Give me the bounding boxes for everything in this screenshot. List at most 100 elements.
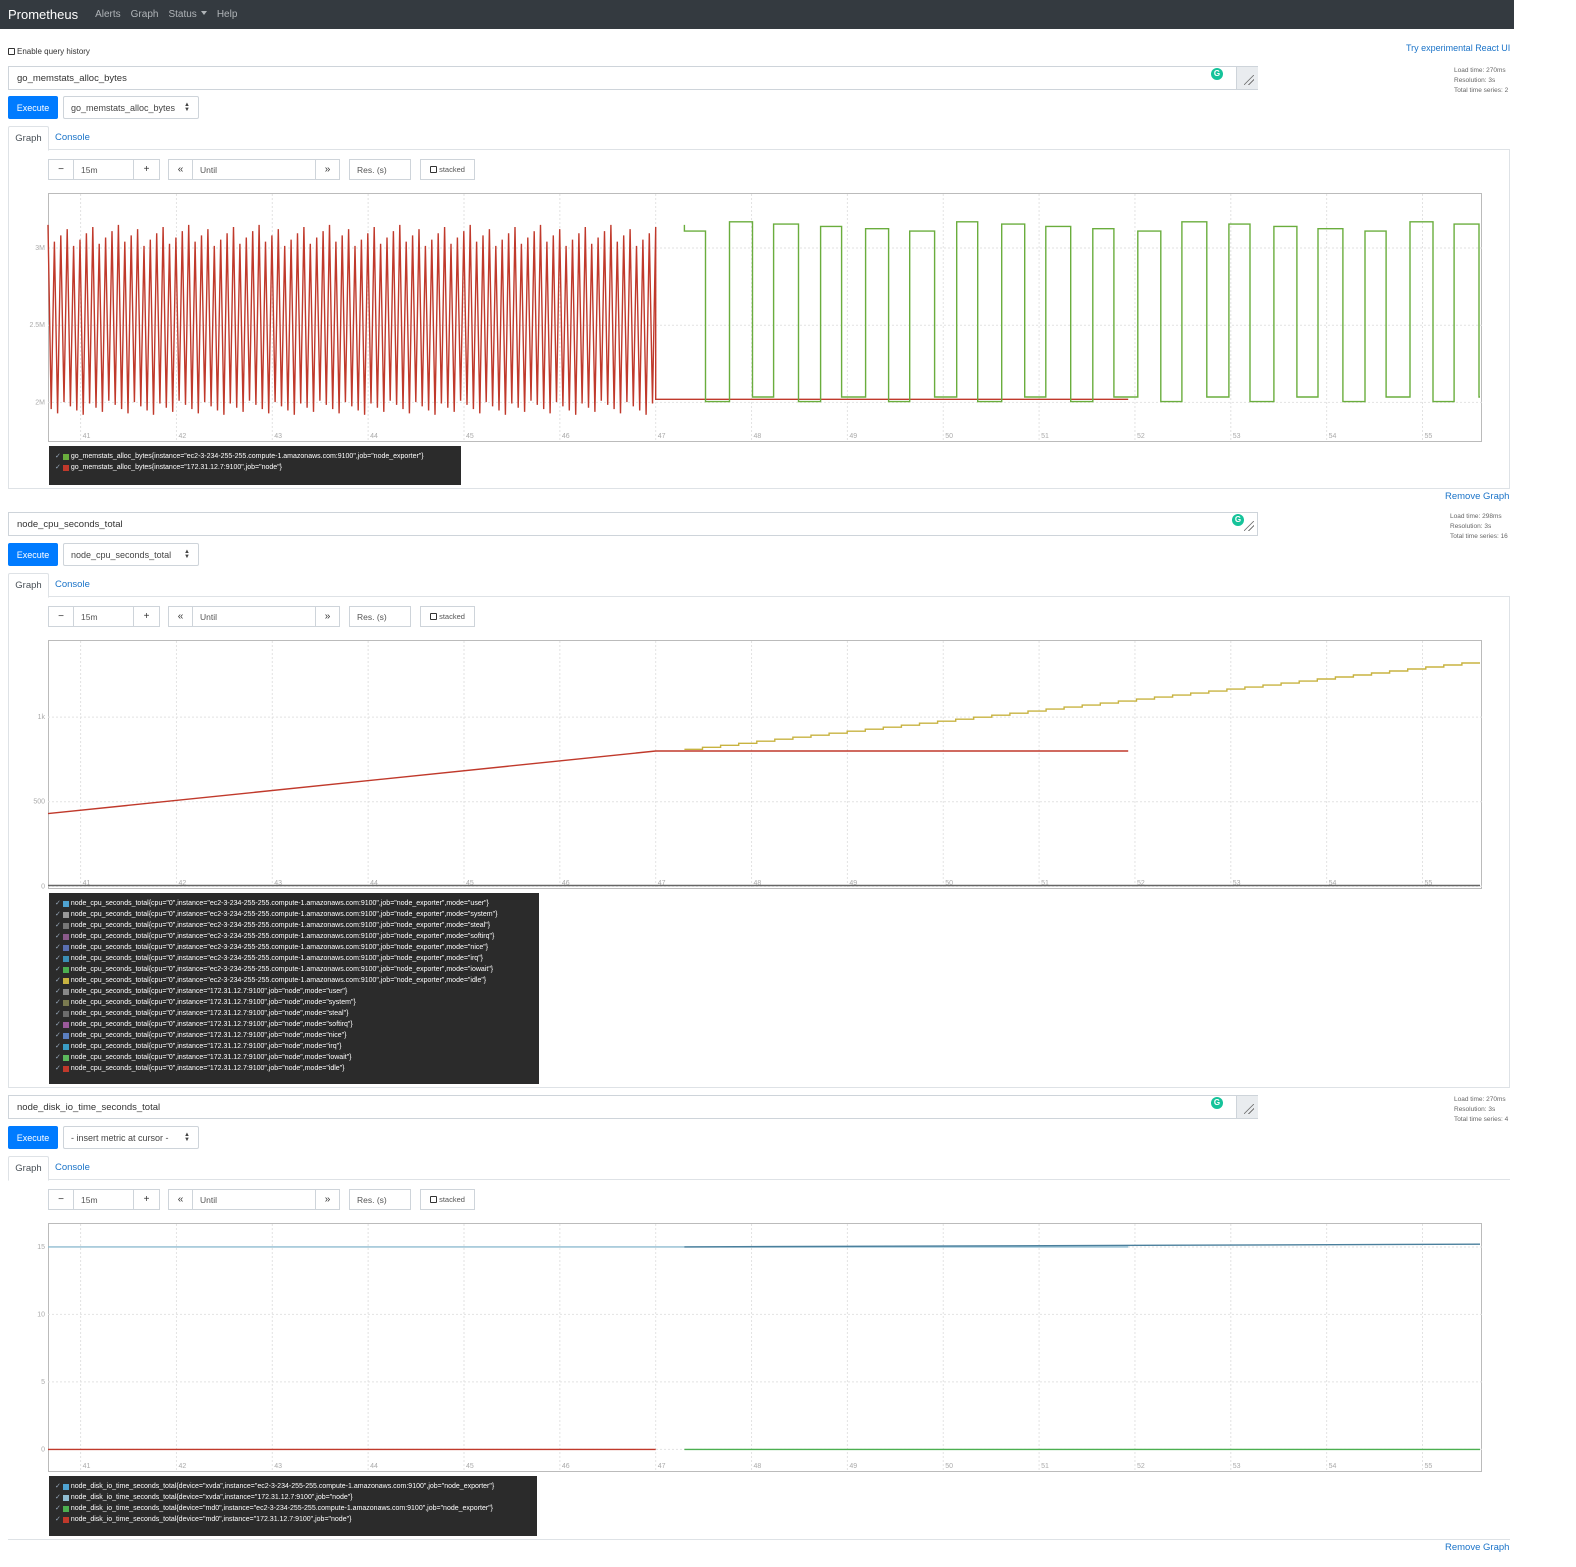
metric-select[interactable]: go_memstats_alloc_bytes ▲ ▼	[63, 96, 199, 119]
legend-item[interactable]: ✓ node_cpu_seconds_total{cpu="0",instance…	[55, 1052, 533, 1063]
range-decrease-button[interactable]: −	[48, 1189, 74, 1210]
legend-item[interactable]: ✓ node_cpu_seconds_total{cpu="0",instance…	[55, 975, 533, 986]
y-tick-label: 2M	[35, 399, 45, 406]
legend-item[interactable]: ✓ node_cpu_seconds_total{cpu="0",instance…	[55, 1030, 533, 1041]
range-increase-button[interactable]: +	[133, 1189, 160, 1210]
brand-logo[interactable]: Prometheus	[8, 7, 78, 22]
legend-item[interactable]: ✓ node_cpu_seconds_total{cpu="0",instance…	[55, 920, 533, 931]
resolution: Resolution: 3s	[1450, 523, 1492, 530]
legend-swatch	[62, 1054, 69, 1061]
chart-area[interactable]: 41 42 43 44 45 46 47 48 49 50 51 52 53 54 55 2M 2.5M 3M	[29, 193, 1482, 443]
tab-graph[interactable]: Graph	[8, 573, 49, 598]
checkbox-icon[interactable]	[8, 48, 15, 55]
chart-area[interactable]: 41 42 43 44 45 46 47 48 49 50 51 52 53 54 55 0 500 1k	[33, 640, 1482, 890]
legend-label: node_disk_io_time_seconds_total{device="…	[70, 1505, 494, 1512]
fast-forward-icon[interactable]: »	[315, 1189, 340, 1210]
legend-item[interactable]: ✓ node_cpu_seconds_total{cpu="0",instance…	[55, 1063, 533, 1074]
resize-handle-icon[interactable]	[1236, 67, 1258, 89]
metric-select[interactable]: node_cpu_seconds_total ▲ ▼	[63, 543, 199, 566]
execute-button[interactable]: Execute	[8, 543, 58, 566]
execute-button[interactable]: Execute	[8, 1126, 58, 1149]
nav-status[interactable]: Status	[168, 9, 207, 20]
stacked-toggle[interactable]: stacked	[420, 1189, 475, 1210]
resolution-input[interactable]: Res. (s)	[349, 606, 411, 627]
expression-input[interactable]: node_cpu_seconds_total	[8, 512, 1258, 536]
legend-item[interactable]: ✓ node_disk_io_time_seconds_total{device=…	[55, 1481, 531, 1492]
tab-graph[interactable]: Graph	[8, 126, 49, 151]
range-input[interactable]: 15m	[73, 606, 134, 627]
legend-item[interactable]: ✓ node_cpu_seconds_total{cpu="0",instance…	[55, 942, 533, 953]
resolution-input[interactable]: Res. (s)	[349, 159, 411, 180]
x-tick-label: 50	[945, 1463, 953, 1470]
stacked-toggle[interactable]: stacked	[420, 159, 475, 180]
tab-graph[interactable]: Graph	[8, 1156, 49, 1181]
until-input[interactable]: Until	[192, 1189, 316, 1210]
rewind-icon[interactable]: «	[168, 606, 193, 627]
legend-swatch	[62, 1021, 69, 1028]
range-decrease-button[interactable]: −	[48, 606, 74, 627]
legend-item[interactable]: ✓ node_disk_io_time_seconds_total{device=…	[55, 1514, 531, 1525]
x-tick-label: 55	[1424, 433, 1432, 440]
legend-item[interactable]: ✓ node_disk_io_time_seconds_total{device=…	[55, 1503, 531, 1514]
legend-item[interactable]: ✓ node_cpu_seconds_total{cpu="0",instance…	[55, 1008, 533, 1019]
legend-item[interactable]: ✓ node_cpu_seconds_total{cpu="0",instance…	[55, 953, 533, 964]
stacked-label: stacked	[439, 165, 465, 174]
grammarly-icon[interactable]: G	[1211, 68, 1223, 80]
rewind-icon[interactable]: «	[168, 159, 193, 180]
legend-item[interactable]: ✓ node_cpu_seconds_total{cpu="0",instance…	[55, 909, 533, 920]
tab-console[interactable]: Console	[55, 579, 90, 590]
x-tick-label: 41	[83, 1463, 91, 1470]
chart-legend: ✓ go_memstats_alloc_bytes{instance="ec2-3…	[49, 446, 461, 485]
legend-item[interactable]: ✓ go_memstats_alloc_bytes{instance="172.3…	[55, 462, 455, 473]
range-increase-button[interactable]: +	[133, 159, 160, 180]
legend-item[interactable]: ✓ node_cpu_seconds_total{cpu="0",instance…	[55, 964, 533, 975]
execute-button[interactable]: Execute	[8, 96, 58, 119]
checkmark-icon: ✓	[55, 933, 61, 940]
y-tick-label: 10	[37, 1311, 45, 1318]
query-history-toggle[interactable]: Enable query history	[8, 47, 90, 56]
legend-item[interactable]: ✓ node_cpu_seconds_total{cpu="0",instance…	[55, 1019, 533, 1030]
range-decrease-button[interactable]: −	[48, 159, 74, 180]
rewind-icon[interactable]: «	[168, 1189, 193, 1210]
checkmark-icon: ✓	[55, 1043, 61, 1050]
y-tick-label: 0	[41, 1446, 45, 1453]
expression-input[interactable]: go_memstats_alloc_bytes	[8, 66, 1258, 90]
legend-item[interactable]: ✓ node_cpu_seconds_total{cpu="0",instance…	[55, 898, 533, 909]
resize-handle-icon[interactable]	[1236, 1096, 1258, 1118]
legend-item[interactable]: ✓ node_cpu_seconds_total{cpu="0",instance…	[55, 986, 533, 997]
x-tick-label: 42	[178, 1463, 186, 1470]
checkmark-icon: ✓	[55, 988, 61, 995]
legend-item[interactable]: ✓ node_disk_io_time_seconds_total{device=…	[55, 1492, 531, 1503]
tab-console[interactable]: Console	[55, 1162, 90, 1173]
fast-forward-icon[interactable]: »	[315, 606, 340, 627]
legend-item[interactable]: ✓ node_cpu_seconds_total{cpu="0",instance…	[55, 931, 533, 942]
range-increase-button[interactable]: +	[133, 606, 160, 627]
range-input[interactable]: 15m	[73, 159, 134, 180]
nav-alerts[interactable]: Alerts	[95, 9, 121, 20]
grammarly-icon[interactable]: G	[1211, 1097, 1223, 1109]
expression-input[interactable]: node_disk_io_time_seconds_total	[8, 1095, 1258, 1119]
stacked-toggle[interactable]: stacked	[420, 606, 475, 627]
remove-graph-link[interactable]: Remove Graph	[1445, 1542, 1509, 1553]
range-input[interactable]: 15m	[73, 1189, 134, 1210]
resolution-input[interactable]: Res. (s)	[349, 1189, 411, 1210]
chart-area[interactable]: 41 42 43 44 45 46 47 48 49 50 51 52 53 54 55 0 5 10 15	[37, 1223, 1482, 1473]
until-input[interactable]: Until	[192, 606, 316, 627]
nav-graph[interactable]: Graph	[131, 9, 159, 20]
legend-item[interactable]: ✓ go_memstats_alloc_bytes{instance="ec2-3…	[55, 451, 455, 462]
legend-swatch	[62, 922, 69, 929]
react-ui-link[interactable]: Try experimental React UI	[1406, 43, 1510, 53]
query-stats: Load time: 270ms Resolution: 3s Total ti…	[1454, 1095, 1508, 1125]
metric-select[interactable]: - insert metric at cursor - ▲ ▼	[63, 1126, 199, 1149]
legend-item[interactable]: ✓ node_cpu_seconds_total{cpu="0",instance…	[55, 997, 533, 1008]
until-input[interactable]: Until	[192, 159, 316, 180]
remove-graph-link[interactable]: Remove Graph	[1445, 491, 1509, 502]
grammarly-icon[interactable]: G	[1232, 514, 1244, 526]
tab-console[interactable]: Console	[55, 132, 90, 143]
fast-forward-icon[interactable]: »	[315, 159, 340, 180]
resize-handle-icon[interactable]	[1244, 521, 1258, 535]
x-tick-label: 50	[945, 433, 953, 440]
nav-help[interactable]: Help	[217, 9, 238, 20]
legend-item[interactable]: ✓ node_cpu_seconds_total{cpu="0",instance…	[55, 1041, 533, 1052]
checkmark-icon: ✓	[55, 1505, 61, 1512]
